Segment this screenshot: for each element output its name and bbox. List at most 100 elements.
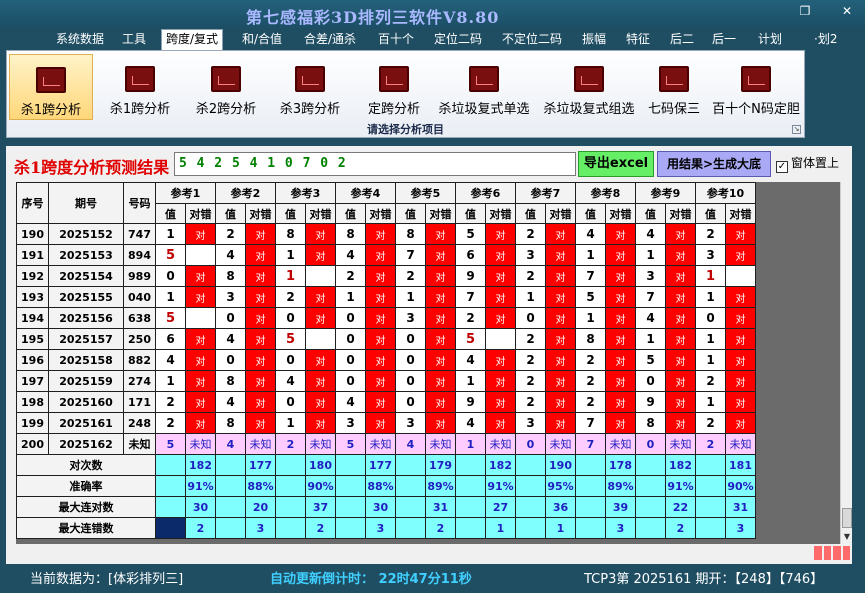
stat-value: 22 <box>665 496 696 518</box>
cell-result-hit: 对 <box>365 370 396 392</box>
sub-header-result[interactable]: 对错 <box>725 203 756 224</box>
export-excel-button[interactable]: 导出excel <box>578 151 654 177</box>
topmost-label: 窗体置上 <box>791 156 840 170</box>
ribbon-button[interactable]: 杀1跨分析 <box>99 54 181 120</box>
scroll-down-icon[interactable]: ▼ <box>842 531 852 543</box>
table-row[interactable]: 194 2025156 638 5 0 对 0 对 0 对 3 对 2 对 0 对 1 对 4 对 0 对 <box>16 307 756 329</box>
menu-item[interactable]: 后一 <box>708 30 740 48</box>
table-row[interactable]: 193 2025155 040 1 对 3 对 2 对 1 对 1 对 7 对 1 对 5 对 7 对 1 对 <box>16 286 756 308</box>
ribbon-button[interactable]: 杀2跨分析 <box>185 54 267 120</box>
cell-value: 4 <box>455 349 486 371</box>
menu-item[interactable]: 跨度/复式 <box>161 29 224 50</box>
sub-header-value[interactable]: 值 <box>575 203 606 224</box>
scrollbar-thumb[interactable] <box>842 508 852 528</box>
menu-item[interactable]: 计划 <box>754 30 786 48</box>
sub-header-value[interactable]: 值 <box>335 203 366 224</box>
column-header-period[interactable]: 期号 <box>48 182 124 224</box>
menu-item[interactable]: 后二 <box>666 30 698 48</box>
column-header-ref[interactable]: 参考3 <box>275 182 336 204</box>
sub-header-value[interactable]: 值 <box>515 203 546 224</box>
ribbon-button[interactable]: 定跨分析 <box>353 54 435 120</box>
table-row[interactable]: 195 2025157 250 6 对 4 对 5 0 对 0 对 5 2 对 8 对 1 对 1 对 <box>16 328 756 350</box>
column-header-ref[interactable]: 参考2 <box>215 182 276 204</box>
table-row[interactable]: 196 2025158 882 4 对 0 对 0 对 0 对 0 对 4 对 2 对 2 对 5 对 1 对 <box>16 349 756 371</box>
sub-header-result[interactable]: 对错 <box>305 203 336 224</box>
stat-value: 95% <box>545 475 576 497</box>
table-row[interactable]: 198 2025160 171 2 对 4 对 0 对 4 对 0 对 9 对 2 对 2 对 9 对 1 对 <box>16 391 756 413</box>
sub-header-value[interactable]: 值 <box>395 203 426 224</box>
result-field[interactable]: 5 4 2 5 4 1 0 7 0 2 <box>174 152 576 176</box>
sub-header-result[interactable]: 对错 <box>665 203 696 224</box>
cell-result-unknown: 未知 <box>245 433 276 455</box>
column-header-ref[interactable]: 参考1 <box>155 182 216 204</box>
cell-result-hit: 对 <box>665 370 696 392</box>
column-header-ref[interactable]: 参考4 <box>335 182 396 204</box>
row-seq: 190 <box>16 223 49 245</box>
cell-result-unknown: 未知 <box>365 433 396 455</box>
menu-item[interactable]: ·划2 <box>810 30 841 48</box>
column-header-ref[interactable]: 参考10 <box>695 182 756 204</box>
column-header-seq[interactable]: 序号 <box>16 182 49 224</box>
row-number: 274 <box>123 370 156 392</box>
sub-header-result[interactable]: 对错 <box>605 203 636 224</box>
table-row-pending[interactable]: 200 2025162 未知 5 未知 4 未知 2 未知 5 未知 4 未知 1 未知 0 未知 7 未知 0 未知 2… <box>16 433 756 455</box>
cell-value: 1 <box>575 307 606 329</box>
stat-spacer <box>695 475 726 497</box>
vertical-scrollbar[interactable]: ▼ <box>840 182 852 544</box>
ribbon-launcher-icon[interactable]: ↘ <box>792 125 801 134</box>
stat-value: 181 <box>725 454 756 476</box>
column-header-ref[interactable]: 参考7 <box>515 182 576 204</box>
ribbon-button-label: 杀垃圾复式单选 <box>438 102 530 117</box>
ribbon-button[interactable]: 杀垃圾复式组选 <box>537 54 641 120</box>
ribbon-button[interactable]: 杀3跨分析 <box>269 54 351 120</box>
menu-item[interactable]: 工具 <box>118 30 150 48</box>
sub-header-value[interactable]: 值 <box>215 203 246 224</box>
menu-item[interactable]: 系统数据 <box>52 30 108 48</box>
ribbon-button[interactable]: 七码保三 <box>641 54 707 120</box>
column-header-ref[interactable]: 参考9 <box>635 182 696 204</box>
stat-value: 31 <box>725 496 756 518</box>
table-row[interactable]: 190 2025152 747 1 对 2 对 8 对 8 对 8 对 5 对 2 对 4 对 4 对 2 对 <box>16 223 756 245</box>
menu-item[interactable]: 特征 <box>622 30 654 48</box>
column-header-ref[interactable]: 参考5 <box>395 182 456 204</box>
sub-header-value[interactable]: 值 <box>695 203 726 224</box>
sub-header-value[interactable]: 值 <box>155 203 186 224</box>
menu-item[interactable]: 定位二码 <box>430 30 486 48</box>
menu-item[interactable]: 合差/通杀 <box>300 30 360 48</box>
ribbon-button[interactable]: 杀1跨分析 <box>9 54 93 120</box>
menu-item[interactable]: 和/合值 <box>238 30 286 48</box>
stat-spacer <box>455 475 486 497</box>
checkbox-icon[interactable]: ✓ <box>776 161 788 173</box>
close-icon[interactable]: ✕ <box>836 4 858 18</box>
sub-header-value[interactable]: 值 <box>455 203 486 224</box>
sub-header-result[interactable]: 对错 <box>545 203 576 224</box>
column-header-number[interactable]: 号码 <box>123 182 156 224</box>
menu-item[interactable]: 振幅 <box>578 30 610 48</box>
restore-icon[interactable]: ❐ <box>794 4 816 18</box>
column-header-ref[interactable]: 参考6 <box>455 182 516 204</box>
sub-header-result[interactable]: 对错 <box>245 203 276 224</box>
sub-header-result[interactable]: 对错 <box>185 203 216 224</box>
table-row[interactable]: 192 2025154 989 0 对 8 对 1 2 对 2 对 9 对 2 对 7 对 3 对 1 <box>16 265 756 287</box>
stat-spacer <box>335 475 366 497</box>
stat-value: 27 <box>485 496 516 518</box>
table-row[interactable]: 199 2025161 248 2 对 8 对 1 对 3 对 3 对 4 对 3 对 7 对 8 对 2 对 <box>16 412 756 434</box>
generate-base-button[interactable]: 用结果>生成大底 <box>657 151 771 177</box>
sub-header-value[interactable]: 值 <box>275 203 306 224</box>
sub-header-result[interactable]: 对错 <box>365 203 396 224</box>
table-row[interactable]: 191 2025153 894 5 4 对 1 对 4 对 7 对 6 对 3 对 1 对 1 对 3 对 <box>16 244 756 266</box>
ribbon-button[interactable]: 百十个N码定胆 <box>709 54 803 120</box>
window-topmost-checkbox[interactable]: ✓ 窗体置上 <box>776 154 839 173</box>
menu-item[interactable]: 百十个 <box>374 30 418 48</box>
stat-label: 对次数 <box>16 454 156 476</box>
menu-item[interactable]: 不定位二码 <box>498 30 566 48</box>
table-row[interactable]: 197 2025159 274 1 对 8 对 4 对 0 对 0 对 1 对 2 对 2 对 0 对 2 对 <box>16 370 756 392</box>
stat-value: 178 <box>605 454 636 476</box>
cell-value: 2 <box>275 433 306 455</box>
ribbon-button[interactable]: 杀垃圾复式单选 <box>431 54 537 120</box>
column-header-ref[interactable]: 参考8 <box>575 182 636 204</box>
sub-header-value[interactable]: 值 <box>635 203 666 224</box>
sub-header-result[interactable]: 对错 <box>425 203 456 224</box>
stat-value: 2 <box>665 517 696 539</box>
sub-header-result[interactable]: 对错 <box>485 203 516 224</box>
